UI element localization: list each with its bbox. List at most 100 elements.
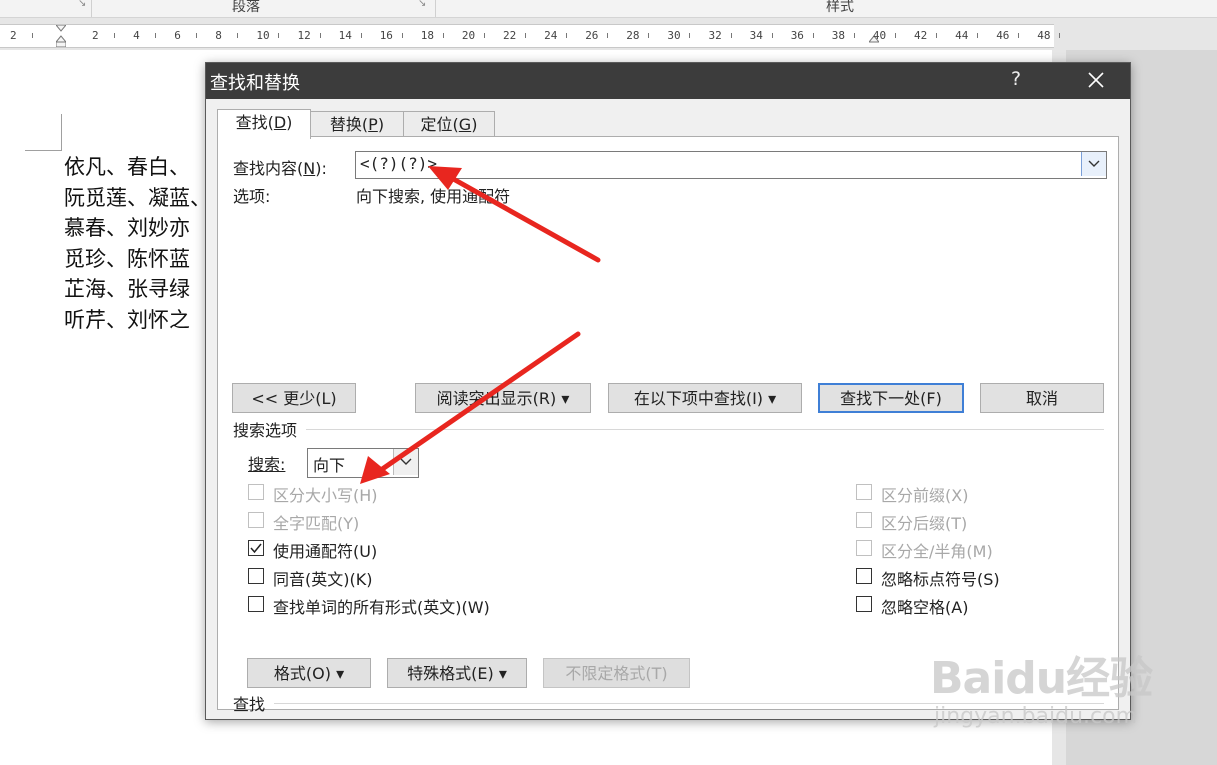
ruler-tick [32,33,33,38]
watermark-logo: Baidu经验 [930,653,1153,704]
dialog-titlebar[interactable]: 查找和替换 ? [206,63,1130,99]
ruler-number: 46 [996,29,1010,42]
ruler-number: 28 [626,29,640,42]
ruler-tick [566,33,568,38]
ruler-tick [812,33,814,38]
format-button[interactable]: 格式(O) ▾ [247,658,371,688]
ruler-tick [1059,33,1061,38]
ruler-number: 6 [174,29,181,42]
whole-word-checkbox[interactable] [248,512,264,528]
chevron-down-icon[interactable] [1081,152,1106,176]
find-what-value: <(?)(?)> [360,154,438,173]
whole-word-label: 全字匹配(Y) [273,514,360,533]
all-word-forms-checkbox[interactable] [248,596,264,612]
button-label: 阅读突出显示(R) [436,389,557,408]
ruler-tick [853,33,855,38]
tab-find[interactable]: 查找(D) [217,109,311,139]
find-in-button[interactable]: 在以下项中查找(I) ▾ [608,383,802,413]
paragraph-dialog-launcher-icon[interactable]: ↘ [418,0,426,9]
ruler-number: 26 [585,29,599,42]
dropdown-arrow-icon: ▾ [768,389,777,408]
ignore-space-label: 忽略空格(A) [881,598,969,617]
checkmark-icon [250,543,262,554]
font-dialog-launcher-icon[interactable]: ↘ [78,0,86,9]
horizontal-ruler[interactable]: 2 2 4 6 8 10 12 14 16 18 20 22 24 26 28 30 32 34 36 38 40 42 4… [0,24,1061,48]
ruler-number: 16 [379,29,393,42]
ruler-tick [278,33,280,38]
ruler-number: 44 [955,29,969,42]
ruler-tick [196,33,198,38]
ruler-number: 34 [749,29,763,42]
ruler-tick [237,33,239,38]
special-button[interactable]: 特殊格式(E) ▾ [387,658,527,688]
close-icon[interactable] [1085,69,1107,91]
match-case-label: 区分大小写(H) [273,486,378,505]
cancel-button[interactable]: 取消 [980,383,1104,413]
search-direction-label: 搜索: [248,455,286,474]
find-section-title: 查找 [233,695,266,714]
find-what-label: 查找内容(N): [233,159,327,178]
find-what-input[interactable]: <(?)(?)> [355,151,1107,179]
dropdown-arrow-icon: ▾ [561,389,570,408]
match-prefix-checkbox[interactable] [856,484,872,500]
button-label: 在以下项中查找(I) [633,389,764,408]
find-panel: 查找内容(N): <(?)(?)> 选项: 向下搜索, 使用通配符 << 更少(… [217,136,1119,714]
match-prefix-label: 区分前缀(X) [881,486,969,505]
ribbon-separator [91,0,92,17]
use-wildcards-checkbox[interactable] [248,540,264,556]
match-width-checkbox[interactable] [856,540,872,556]
section-divider [306,429,1104,430]
ruler-number: 14 [338,29,352,42]
ignore-space-checkbox[interactable] [856,596,872,612]
document-text[interactable]: 依凡、春白、 阮觅莲、凝蓝、 慕春、刘妙亦 觅珍、陈怀蓝 芷海、张寻绿 听芹、刘… [64,152,211,335]
tab-key: P [368,115,378,134]
match-width-label: 区分全/半角(M) [881,542,993,561]
options-value: 向下搜索, 使用通配符 [356,187,511,206]
use-wildcards-label: 使用通配符(U) [273,542,378,561]
reading-highlight-button[interactable]: 阅读突出显示(R) ▾ [415,383,591,413]
ruler-tick [319,33,321,38]
document-line: 芷海、张寻绿 [64,277,190,301]
ruler-tick [977,33,979,38]
ruler-tick [894,33,896,38]
ruler-tick [401,33,403,38]
ruler-tick [648,33,650,38]
dropdown-arrow-icon: ▾ [498,664,507,683]
indent-marker-icon[interactable] [56,25,66,47]
help-button[interactable]: ? [1011,68,1021,90]
no-formatting-button[interactable]: 不限定格式(T) [543,658,690,688]
button-label: 格式(O) [273,664,331,683]
tab-replace[interactable]: 替换(P) [310,111,404,138]
find-next-button[interactable]: 查找下一处(F) [818,383,964,413]
ruler-number: 4 [133,29,140,42]
less-button[interactable]: << 更少(L) [232,383,356,413]
baidu-jingyan-watermark: Baidu经验 jingyan.baidu.com [930,632,1160,752]
search-direction-select[interactable]: 向下 [307,448,419,478]
options-label: 选项: [233,187,271,206]
tab-label: 定位 [420,115,453,134]
ruler-number: 40 [872,29,887,42]
ignore-punctuation-checkbox[interactable] [856,568,872,584]
match-case-checkbox[interactable] [248,484,264,500]
ruler-tick [525,33,526,38]
ruler-number: 2 [10,29,17,42]
ribbon-strip: 段落 ↘ ↘ 样式 [0,0,1217,18]
search-direction-value: 向下 [313,456,346,475]
ignore-punctuation-label: 忽略标点符号(S) [881,570,1000,589]
document-line: 慕春、刘妙亦 [64,216,190,240]
tab-goto[interactable]: 定位(G) [403,111,495,138]
find-replace-dialog: 查找和替换 ? 查找(D) 替换(P) 定位(G) 查找内容(N): <(?)(… [205,62,1131,720]
chevron-down-icon[interactable] [393,449,418,475]
sounds-like-label: 同音(英文)(K) [273,570,373,589]
sounds-like-checkbox[interactable] [248,568,264,584]
ruler-number: 42 [914,29,928,42]
ruler-number: 36 [790,29,804,42]
match-suffix-label: 区分后缀(T) [881,514,968,533]
button-label: 特殊格式(E) [407,664,494,683]
ruler-tick [360,33,362,38]
ruler-tick [483,33,485,38]
find-label-key: N [303,159,316,178]
dialog-title: 查找和替换 [210,73,300,94]
tab-label: 替换 [329,115,362,134]
match-suffix-checkbox[interactable] [856,512,872,528]
